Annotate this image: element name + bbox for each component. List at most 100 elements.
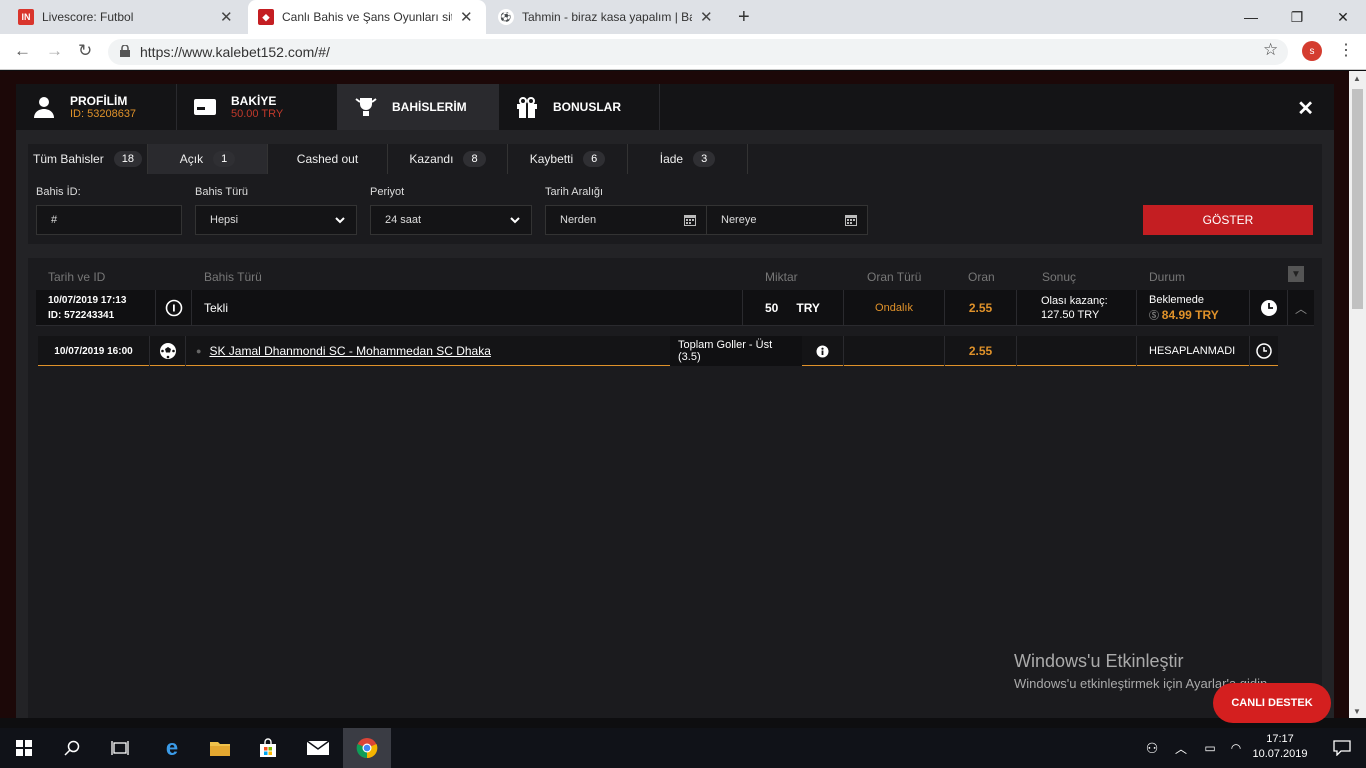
browser-tab-kalebet[interactable]: ◆ Canlı Bahis ve Şans Oyunları sitesi ✕ xyxy=(248,0,486,34)
match-link[interactable]: SK Jamal Dhanmondi SC - Mohammedan SC Dh… xyxy=(209,344,490,358)
mail-icon[interactable] xyxy=(294,728,342,768)
maximize-icon[interactable]: ❐ xyxy=(1274,0,1320,34)
bet-odds: 2.55 xyxy=(945,290,1017,326)
date-range-label: Tarih Aralığı xyxy=(545,186,604,198)
tab-bakiye[interactable]: BAKİYE 50.00 TRY xyxy=(177,84,338,130)
count-badge: 18 xyxy=(113,151,142,167)
bet-type-label: Bahis Türü xyxy=(195,186,248,198)
bet-filters: Tüm Bahisler 18 Açık 1 Cashed out Kazandı 8… xyxy=(28,144,1322,244)
search-icon[interactable] xyxy=(48,728,96,768)
date-from-input[interactable]: Nerden xyxy=(545,205,707,235)
trophy-icon xyxy=(355,98,377,116)
bet-id-label: Bahis İD: xyxy=(36,186,81,198)
back-icon[interactable]: ← xyxy=(14,41,31,61)
column-header: Oran Türü xyxy=(867,270,922,284)
filter-tab-won[interactable]: Kazandı 8 xyxy=(388,144,508,174)
count-badge: 6 xyxy=(583,151,606,167)
battery-icon[interactable]: ▭ xyxy=(1196,728,1224,768)
edge-icon[interactable]: e xyxy=(148,728,196,768)
bet-type-select[interactable]: Hepsi xyxy=(195,205,357,235)
filter-tab-lost[interactable]: Kaybetti 6 xyxy=(508,144,628,174)
date-to-input[interactable]: Nereye xyxy=(706,205,868,235)
table-row[interactable]: 10/07/2019 17:13 ID: 572243341 Tekli 50 … xyxy=(36,290,1314,326)
bullet-icon: ● xyxy=(196,346,202,356)
filter-tab-label: Kazandı xyxy=(409,152,454,166)
count-badge: 3 xyxy=(693,151,716,167)
reload-icon[interactable]: ↻ xyxy=(78,41,92,61)
close-tab-icon[interactable]: ✕ xyxy=(220,8,233,26)
live-support-button[interactable]: CANLI DESTEK xyxy=(1213,683,1331,723)
watermark-title: Windows'u Etkinleştir xyxy=(1014,651,1184,671)
task-view-icon[interactable] xyxy=(96,728,144,768)
chevron-up-icon[interactable]: ︿ xyxy=(1166,728,1196,768)
avatar[interactable]: s xyxy=(1302,41,1322,61)
tab-bahislerim[interactable]: BAHİSLERİM xyxy=(338,84,499,130)
selection-row[interactable]: 10/07/2019 16:00 ● SK Jamal Dhanmondi SC… xyxy=(38,336,1278,366)
chevron-down-icon xyxy=(335,217,345,224)
info-icon[interactable] xyxy=(816,345,829,358)
scroll-up-icon[interactable]: ▲ xyxy=(1353,74,1361,83)
market-label: Toplam Goller - Üst (3.5) xyxy=(670,336,802,366)
show-button[interactable]: GÖSTER xyxy=(1143,205,1313,235)
filter-tab-all[interactable]: Tüm Bahisler 18 xyxy=(28,144,148,174)
period-select[interactable]: 24 saat xyxy=(370,205,532,235)
notifications-icon[interactable] xyxy=(1318,728,1366,768)
url-text: https://www.kalebet152.com/#/ xyxy=(140,44,330,60)
close-tab-icon[interactable]: ✕ xyxy=(460,8,473,26)
period-value: 24 saat xyxy=(385,214,422,226)
potential-win-label: Olası kazanç: xyxy=(1041,295,1108,307)
store-icon[interactable] xyxy=(244,728,292,768)
balance-value: 50.00 TRY xyxy=(231,108,284,120)
filter-tab-cashed-out[interactable]: Cashed out xyxy=(268,144,388,174)
tab-title: BAHİSLERİM xyxy=(392,100,467,114)
browser-tab-tahmin[interactable]: ⚽ Tahmin - biraz kasa yapalım | Bahis ✕ xyxy=(488,0,726,34)
windows-taskbar: e ⚇ ︿ ▭ ◠ 17:17 10.07.2019 xyxy=(0,728,1366,768)
close-window-icon[interactable]: ✕ xyxy=(1320,0,1366,34)
filter-tab-open[interactable]: Açık 1 xyxy=(148,144,268,174)
chrome-icon[interactable] xyxy=(343,728,391,768)
clock-time: 17:17 xyxy=(1266,733,1294,745)
column-header: Bahis Türü xyxy=(204,270,262,284)
count-badge: 1 xyxy=(213,151,236,167)
menu-kebab-icon[interactable]: ⋮ xyxy=(1338,40,1354,60)
soccer-ball-icon xyxy=(159,343,176,359)
cashout-value[interactable]: Ⓢ 84.99 TRY xyxy=(1149,308,1219,324)
chevron-down-icon xyxy=(510,217,520,224)
selection-datetime: 10/07/2019 16:00 xyxy=(38,336,150,366)
selection-odds: 2.55 xyxy=(945,336,1017,366)
single-bet-icon xyxy=(165,299,182,317)
scroll-down-icon[interactable]: ▼ xyxy=(1353,707,1361,716)
odds-type: Ondalık xyxy=(844,290,945,326)
livescore-favicon-icon: IN xyxy=(18,9,34,25)
wifi-icon[interactable]: ◠ xyxy=(1222,728,1250,768)
close-icon[interactable]: ✕ xyxy=(1297,96,1314,121)
url-input[interactable]: https://www.kalebet152.com/#/ xyxy=(108,39,1288,65)
filter-tab-refund[interactable]: İade 3 xyxy=(628,144,748,174)
forward-icon[interactable]: → xyxy=(46,41,63,61)
tab-title: Tahmin - biraz kasa yapalım | Bahis xyxy=(522,10,692,24)
clock-date: 10.07.2019 xyxy=(1252,748,1308,760)
scroll-thumb[interactable] xyxy=(1352,89,1363,309)
bet-id: ID: 572243341 xyxy=(48,310,115,321)
gift-icon xyxy=(517,97,537,118)
bet-id-input[interactable]: # xyxy=(36,205,182,235)
minimize-icon[interactable]: — xyxy=(1228,0,1274,34)
page-scrollbar[interactable]: ▲ ▼ xyxy=(1349,71,1366,718)
chevron-up-icon[interactable]: ︿ xyxy=(1288,290,1314,326)
profile-id: ID: 53208637 xyxy=(70,108,137,120)
bet-currency: TRY xyxy=(796,301,820,315)
close-tab-icon[interactable]: ✕ xyxy=(700,8,713,26)
tab-profilim[interactable]: PROFİLİM ID: 53208637 xyxy=(16,84,177,130)
file-explorer-icon[interactable] xyxy=(196,728,244,768)
tab-bonuslar[interactable]: BONUSLAR xyxy=(499,84,660,130)
windows-start-icon[interactable] xyxy=(0,728,48,768)
collapse-all-icon[interactable]: ▼ xyxy=(1288,266,1304,282)
taskbar-clock[interactable]: 17:17 10.07.2019 xyxy=(1250,732,1310,762)
period-label: Periyot xyxy=(370,186,405,198)
column-header: Durum xyxy=(1149,270,1186,284)
bet-type-value: Hepsi xyxy=(210,214,239,226)
browser-tab-livescore[interactable]: IN Livescore: Futbol ✕ xyxy=(8,0,246,34)
bookmark-star-icon[interactable]: ☆ xyxy=(1263,40,1278,60)
bet-datetime: 10/07/2019 17:13 xyxy=(48,295,127,306)
new-tab-icon[interactable]: + xyxy=(738,6,750,29)
